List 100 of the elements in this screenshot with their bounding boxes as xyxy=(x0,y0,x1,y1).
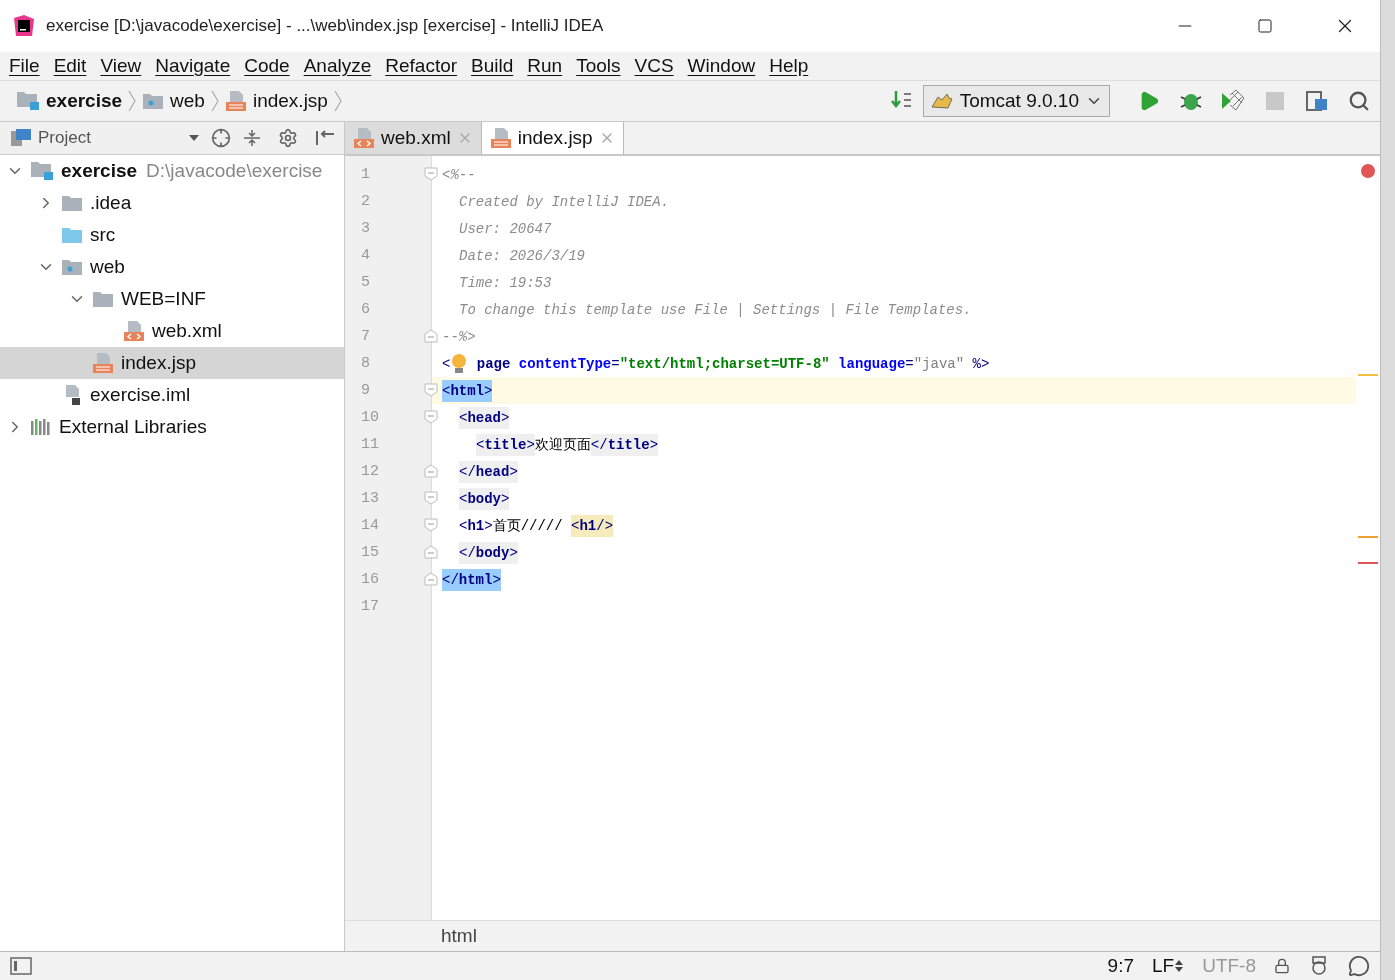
lock-icon[interactable] xyxy=(1274,958,1290,974)
menu-item[interactable]: Help xyxy=(762,55,816,77)
coverage-icon[interactable] xyxy=(1220,89,1246,113)
jsp-file-icon xyxy=(489,127,512,149)
editor-tab[interactable]: index.jsp xyxy=(481,122,624,154)
line-number: 17 xyxy=(361,598,379,615)
project-view-icon xyxy=(10,128,32,148)
tag-scope-highlight: </head> xyxy=(459,460,518,483)
code-text: Time: 19:53 xyxy=(459,273,552,293)
collapse-all-icon[interactable] xyxy=(242,128,262,148)
caret-position[interactable]: 9:7 xyxy=(1107,955,1134,977)
folder-icon xyxy=(61,194,83,212)
breadcrumb-item[interactable]: exercise xyxy=(46,90,123,112)
menu-item[interactable]: Navigate xyxy=(148,55,238,77)
error-indicator-icon[interactable] xyxy=(1361,164,1375,178)
tree-item[interactable]: External Libraries xyxy=(0,411,344,443)
search-icon[interactable] xyxy=(1348,90,1370,112)
tag-scope-highlight: </body> xyxy=(459,541,518,564)
menu-item[interactable]: Run xyxy=(520,55,570,77)
line-number: 10 xyxy=(361,409,379,426)
code-text: < xyxy=(442,354,451,374)
menu-item[interactable]: Window xyxy=(680,55,763,77)
settings-icon[interactable] xyxy=(278,128,298,148)
tree-item[interactable]: .idea xyxy=(0,187,344,219)
line-separator[interactable]: LF xyxy=(1152,955,1175,977)
xml-file-icon xyxy=(353,127,375,149)
line-number: 1 xyxy=(361,166,370,183)
folder-icon xyxy=(61,226,83,244)
run-configuration-dropdown[interactable]: Tomcat 9.0.10 xyxy=(922,85,1110,117)
project-folder-icon xyxy=(30,161,54,181)
breadcrumb-item[interactable]: index.jsp xyxy=(252,90,328,112)
locate-icon[interactable] xyxy=(211,128,231,148)
matched-tag-highlight: <html> xyxy=(442,379,493,402)
folder-icon xyxy=(142,92,165,110)
tag-scope-highlight: </title> xyxy=(590,433,659,456)
line-number: 9 xyxy=(361,382,370,399)
tree-item[interactable]: exercise.iml xyxy=(0,379,344,411)
tag-scope-highlight: <body> xyxy=(459,487,510,510)
code-text: 欢迎页面 xyxy=(534,435,591,455)
chevron-icon xyxy=(333,90,342,112)
tree-item[interactable]: web xyxy=(0,251,344,283)
code-text: <h1>首页///// xyxy=(459,516,564,536)
line-number: 8 xyxy=(361,355,370,372)
tree-item[interactable]: index.jsp xyxy=(0,347,344,379)
tree-item[interactable]: src xyxy=(0,219,344,251)
maximize-icon[interactable] xyxy=(1257,18,1273,34)
menu-item[interactable]: Build xyxy=(464,55,521,77)
project-structure-icon[interactable] xyxy=(1305,89,1329,113)
window-title: exercise [D:\javacode\exercise] - ...\web\index.jsp [exercise] - IntelliJ IDEA xyxy=(46,16,605,36)
tag-breadcrumb[interactable]: html xyxy=(441,925,477,947)
project-path: D:\javacode\exercise xyxy=(146,160,323,182)
jsp-file-icon xyxy=(92,352,114,374)
menu-item[interactable]: Analyze xyxy=(296,55,379,77)
line-number: 7 xyxy=(361,328,370,345)
jsp-file-icon xyxy=(224,90,247,112)
menu-item[interactable]: Tools xyxy=(569,55,628,77)
folder-icon xyxy=(61,258,83,276)
code-text: <%-- xyxy=(442,165,476,185)
menu-item[interactable]: Code xyxy=(237,55,297,77)
matched-tag-highlight: </html> xyxy=(442,568,501,591)
code-text: page contentType="text/html;charset=UTF-8" language="java" %> xyxy=(475,354,990,374)
line-number: 4 xyxy=(361,247,370,264)
library-icon xyxy=(30,418,52,436)
line-number: 11 xyxy=(361,436,379,453)
lightbulb-icon[interactable] xyxy=(450,352,469,375)
chat-icon[interactable] xyxy=(1348,955,1370,977)
breadcrumb-item[interactable]: web xyxy=(170,90,205,112)
menu-item[interactable]: Refactor xyxy=(378,55,465,77)
panel-toggle-icon[interactable] xyxy=(10,957,32,975)
code-text: Date: 2026/3/19 xyxy=(459,246,586,266)
project-folder-icon xyxy=(16,91,40,111)
code-text: Created by IntelliJ IDEA. xyxy=(459,192,670,212)
chevron-icon xyxy=(210,90,219,112)
menu-item[interactable]: VCS xyxy=(627,55,681,77)
menu-item[interactable]: View xyxy=(93,55,149,77)
folder-icon xyxy=(92,290,114,308)
line-number: 6 xyxy=(361,301,370,318)
warning-highlight: <h1/> xyxy=(571,514,614,537)
chevron-icon xyxy=(128,90,137,112)
code-text: To change this template use File | Settings | File Templates. xyxy=(459,300,972,320)
line-number: 15 xyxy=(361,544,379,561)
line-number: 2 xyxy=(361,193,370,210)
menu-item[interactable]: File xyxy=(2,55,47,77)
line-number: 16 xyxy=(361,571,379,588)
hide-panel-icon[interactable] xyxy=(314,128,336,148)
line-number: 5 xyxy=(361,274,370,291)
tree-item[interactable]: WEB=INF xyxy=(0,283,344,315)
editor-tab[interactable]: web.xml xyxy=(345,122,482,154)
xml-file-icon xyxy=(123,320,145,342)
tag-scope-highlight: <title> xyxy=(476,433,535,456)
code-text: User: 20647 xyxy=(459,219,552,239)
tree-item[interactable]: exercise D:\javacode\exercise xyxy=(0,155,344,187)
line-number: 13 xyxy=(361,490,379,507)
tag-scope-highlight: <head> xyxy=(459,406,510,429)
line-number: 14 xyxy=(361,517,379,534)
up-down-icon xyxy=(1174,959,1185,973)
menu-item[interactable]: Edit xyxy=(46,55,94,77)
tree-item[interactable]: web.xml xyxy=(0,315,344,347)
line-number: 12 xyxy=(361,463,379,480)
dropdown-triangle-icon[interactable] xyxy=(188,134,200,142)
